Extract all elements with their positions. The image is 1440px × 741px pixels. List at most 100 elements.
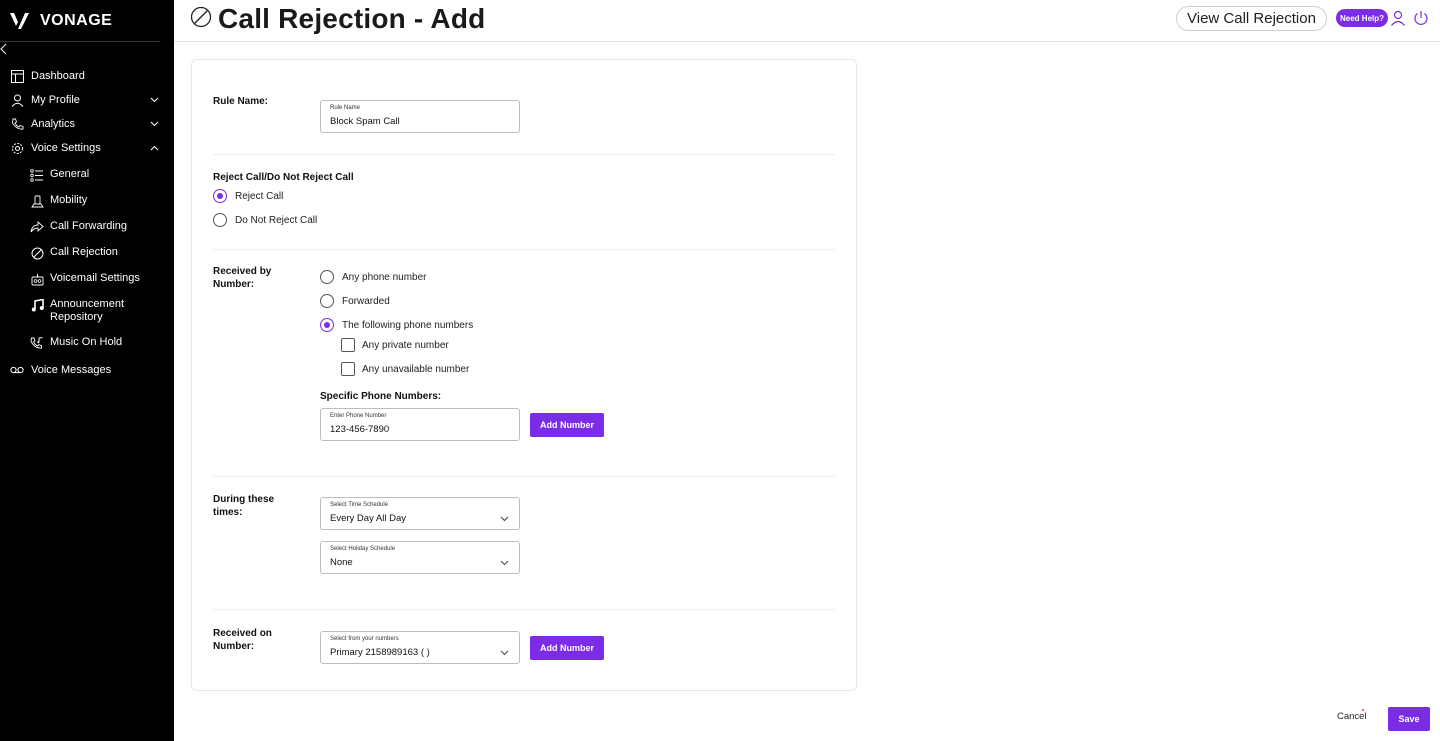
checkbox[interactable]: [341, 362, 355, 376]
sidebar-item-label: Dashboard: [31, 70, 85, 82]
radio-label: The following phone numbers: [342, 319, 474, 331]
specific-phone-numbers-label: Specific Phone Numbers:: [320, 391, 442, 402]
radio-button[interactable]: [213, 213, 227, 227]
divider: [213, 154, 835, 155]
radio-button[interactable]: [320, 294, 334, 308]
chevron-down-icon[interactable]: [150, 118, 159, 130]
reject-call-radio[interactable]: Reject Call: [213, 189, 283, 203]
phone-number-input[interactable]: Enter Phone Number 123-456-7890: [320, 408, 520, 441]
sidebar-item-label: Analytics: [31, 118, 76, 130]
sidebar-subitem-label: General: [50, 168, 90, 180]
any-phone-number-radio[interactable]: Any phone number: [320, 270, 427, 284]
any-private-number-checkbox[interactable]: Any private number: [341, 338, 449, 352]
chevron-down-icon[interactable]: [500, 553, 509, 571]
sidebar-item-analytics[interactable]: Analytics: [0, 112, 174, 136]
divider: [213, 609, 835, 610]
forward-icon: [30, 220, 44, 234]
divider: [213, 249, 835, 250]
cancel-button[interactable]: Cancel: [1337, 711, 1367, 722]
page-title: Call Rejection - Add: [218, 3, 486, 34]
forwarded-radio[interactable]: Forwarded: [320, 294, 390, 308]
sidebar-subitem-label: Voicemail Settings: [50, 272, 140, 284]
checkbox[interactable]: [341, 338, 355, 352]
chevron-down-icon[interactable]: [500, 643, 509, 661]
music-hold-icon: [30, 336, 44, 350]
radio-label: Forwarded: [342, 295, 390, 307]
need-help-button[interactable]: Need Help?: [1336, 9, 1389, 27]
field-value: Every Day All Day: [330, 513, 407, 524]
label-line: During these: [213, 494, 275, 505]
dashboard-icon: [10, 69, 24, 83]
field-value: Block Spam Call: [330, 116, 400, 127]
label-line: Received on: [213, 628, 272, 639]
block-icon: [190, 6, 212, 33]
radio-button[interactable]: [213, 189, 227, 203]
sidebar-item-dashboard[interactable]: Dashboard: [0, 64, 174, 88]
radio-button[interactable]: [320, 270, 334, 284]
music-note-icon: [30, 298, 44, 312]
field-value: None: [330, 557, 353, 568]
call-rejection-form: Rule Name: Rule Name Block Spam Call Rej…: [191, 59, 857, 691]
field-label: Enter Phone Number: [330, 413, 387, 419]
page-header: Call Rejection - Add View Call Rejection…: [174, 0, 1440, 42]
list-icon: [30, 168, 44, 182]
sidebar-subitem-call-rejection[interactable]: Call Rejection: [0, 234, 174, 260]
sidebar-item-voice-settings[interactable]: Voice Settings: [0, 136, 174, 160]
phone-icon: [10, 117, 24, 131]
page-title-group: Call Rejection - Add: [190, 3, 485, 35]
add-phone-number-button[interactable]: Add Number: [530, 413, 604, 437]
chevron-down-icon[interactable]: [150, 94, 159, 106]
label-line: Received by: [213, 266, 272, 277]
voicemail-settings-icon: [30, 272, 44, 286]
sidebar-item-label: My Profile: [31, 94, 80, 106]
received-on-number-select[interactable]: Select from your numbers Primary 2158989…: [320, 631, 520, 664]
rule-name-label: Rule Name:: [213, 96, 269, 107]
radio-label: Do Not Reject Call: [235, 214, 318, 226]
sidebar-subitem-music-on-hold[interactable]: Music On Hold: [0, 324, 174, 350]
sidebar-subitem-label: Music On Hold: [50, 336, 123, 348]
chevron-left-icon[interactable]: [0, 42, 8, 59]
sidebar-nav: Dashboard My Profile Analytics Voice Set…: [0, 64, 174, 382]
field-label: Select Time Schedule: [330, 502, 389, 508]
checkbox-label: Any unavailable number: [362, 363, 470, 375]
view-call-rejection-button[interactable]: View Call Rejection: [1176, 6, 1327, 31]
label-line: times:: [213, 507, 243, 518]
received-by-label: Received by Number:: [213, 265, 271, 291]
chevron-down-icon[interactable]: [500, 509, 509, 527]
do-not-reject-call-radio[interactable]: Do Not Reject Call: [213, 213, 317, 227]
field-value: 123-456-7890: [330, 424, 390, 435]
block-icon: [30, 246, 44, 260]
sidebar-subitem-label: Call Rejection: [50, 246, 118, 258]
sidebar-subitem-label: Announcement Repository: [50, 298, 124, 323]
sidebar-subitem-call-forwarding[interactable]: Call Forwarding: [0, 208, 174, 234]
field-label: Rule Name: [330, 105, 361, 111]
divider: [213, 476, 835, 477]
radio-label: Reject Call: [235, 190, 284, 202]
sidebar-item-my-profile[interactable]: My Profile: [0, 88, 174, 112]
any-unavailable-number-checkbox[interactable]: Any unavailable number: [341, 362, 469, 376]
sidebar-subitem-announcement-repository[interactable]: Announcement Repository: [0, 286, 130, 324]
during-times-label: During these times:: [213, 493, 274, 519]
add-received-on-number-button[interactable]: Add Number: [530, 636, 604, 660]
received-on-label: Received on Number:: [213, 627, 272, 653]
sidebar-subitem-voicemail-settings[interactable]: Voicemail Settings: [0, 260, 174, 286]
radio-button[interactable]: [320, 318, 334, 332]
chevron-up-icon[interactable]: [150, 142, 159, 154]
following-numbers-radio[interactable]: The following phone numbers: [320, 318, 473, 332]
sidebar-item-label: Voice Settings: [31, 142, 101, 154]
sidebar-subitem-general[interactable]: General: [0, 162, 174, 182]
sidebar-subitem-mobility[interactable]: Mobility: [0, 182, 174, 208]
user-icon[interactable]: [1390, 10, 1406, 31]
sidebar-subitem-label: Mobility: [50, 194, 88, 206]
user-icon: [10, 93, 24, 107]
save-button[interactable]: Save: [1388, 707, 1430, 731]
label-line: Number:: [213, 641, 255, 652]
sidebar-item-voice-messages[interactable]: Voice Messages: [0, 358, 174, 382]
brand: VONAGE: [0, 0, 160, 42]
power-icon[interactable]: [1413, 10, 1429, 31]
mobility-icon: [30, 194, 44, 208]
checkbox-label: Any private number: [362, 339, 449, 351]
time-schedule-select[interactable]: Select Time Schedule Every Day All Day: [320, 497, 520, 530]
holiday-schedule-select[interactable]: Select Holiday Schedule None: [320, 541, 520, 574]
rule-name-input[interactable]: Rule Name Block Spam Call: [320, 100, 520, 133]
